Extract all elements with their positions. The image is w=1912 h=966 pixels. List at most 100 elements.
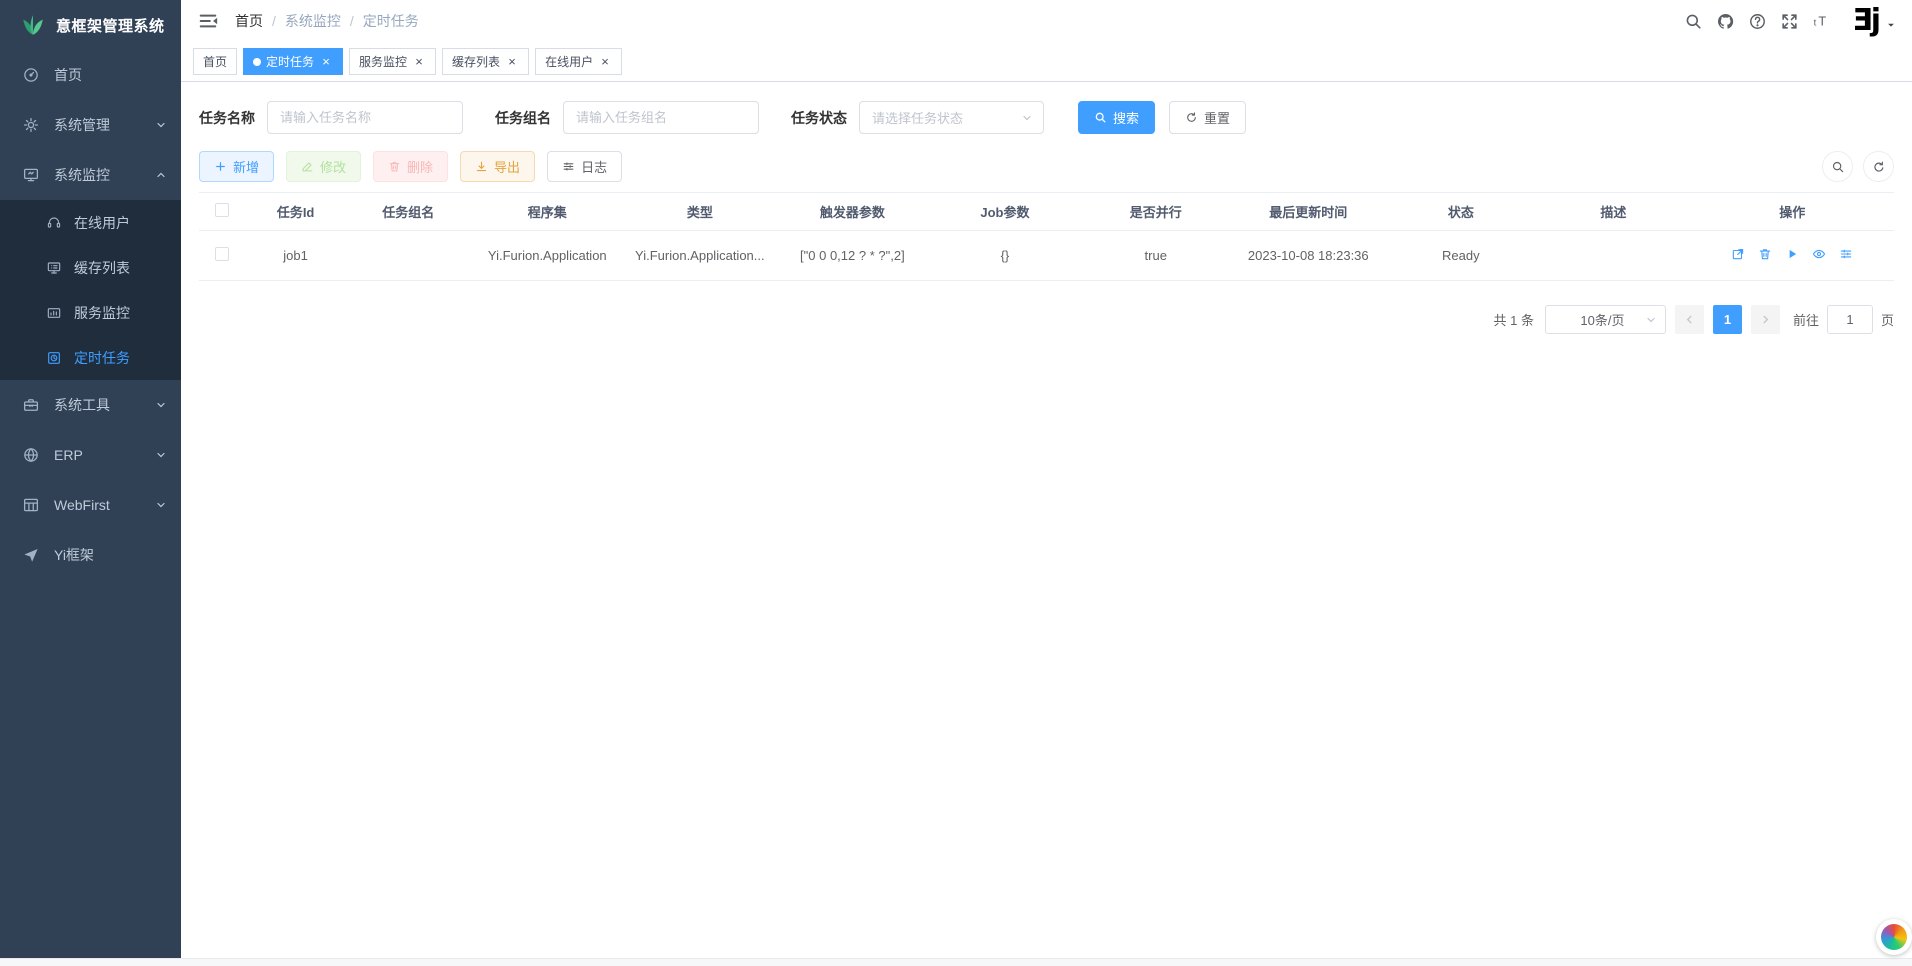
sidebar-item-home[interactable]: 首页: [0, 50, 181, 100]
search-button[interactable]: 搜索: [1078, 101, 1155, 134]
close-icon[interactable]: [505, 55, 519, 69]
export-button-label: 导出: [494, 157, 520, 176]
col-task-group: 任务组名: [346, 193, 470, 231]
app-logo[interactable]: 意框架管理系统: [0, 0, 181, 50]
table-row[interactable]: job1 Yi.Furion.Application Yi.Furion.App…: [199, 231, 1894, 281]
close-icon[interactable]: [598, 55, 612, 69]
cell-task-id: job1: [245, 231, 347, 281]
next-page-button[interactable]: [1751, 305, 1780, 334]
breadcrumb-monitor: 系统监控: [285, 11, 341, 31]
page-size-value: 10条/页: [1560, 310, 1645, 329]
select-placeholder: 请选择任务状态: [872, 108, 1021, 127]
chevron-down-icon: [155, 119, 167, 131]
sidebar-item-system-monitor[interactable]: 系统监控: [0, 150, 181, 200]
top-navbar: 首页 / 系统监控 / 定时任务 t T Ǝj: [181, 0, 1912, 42]
pagination: 共 1 条 10条/页 1 前往 页: [199, 305, 1894, 334]
cell-status: Ready: [1385, 231, 1536, 281]
tab-home[interactable]: 首页: [193, 48, 237, 75]
sidebar-item-service-monitor[interactable]: 服务监控: [0, 290, 181, 335]
gear-icon: [22, 116, 40, 134]
export-button[interactable]: 导出: [460, 151, 535, 182]
task-group-label: 任务组名: [495, 108, 551, 128]
chevron-right-icon: [1760, 314, 1771, 325]
sidebar-toggle-icon[interactable]: [197, 10, 219, 32]
page-size-select[interactable]: 10条/页: [1545, 305, 1666, 334]
paper-plane-icon: [22, 546, 40, 564]
sidebar-item-system-tools[interactable]: 系统工具: [0, 380, 181, 430]
navbar-actions: t T Ǝj: [1684, 6, 1896, 36]
edit-button-label: 修改: [320, 157, 346, 176]
tab-label: 首页: [203, 53, 227, 70]
download-icon: [475, 160, 488, 173]
tab-cache-list[interactable]: 缓存列表: [442, 48, 529, 75]
tab-label: 定时任务: [266, 53, 314, 70]
server-icon: [46, 305, 62, 321]
close-icon[interactable]: [412, 55, 426, 69]
close-icon[interactable]: [319, 55, 333, 69]
sidebar: 意框架管理系统 首页 系统管理 系统监控: [0, 0, 181, 958]
search-icon[interactable]: [1684, 12, 1703, 31]
github-icon[interactable]: [1716, 12, 1735, 31]
refresh-table-button[interactable]: [1863, 151, 1894, 182]
cell-updated: 2023-10-08 18:23:36: [1231, 231, 1385, 281]
col-trigger-args: 触发器参数: [775, 193, 929, 231]
col-job-args: Job参数: [929, 193, 1080, 231]
chevron-down-icon: [155, 499, 167, 511]
goto-page-input[interactable]: [1827, 305, 1873, 334]
user-avatar[interactable]: Ǝj: [1852, 6, 1896, 36]
tab-label: 缓存列表: [452, 53, 500, 70]
help-icon[interactable]: [1748, 12, 1767, 31]
tab-scheduled-tasks[interactable]: 定时任务: [243, 48, 343, 75]
page-number-1[interactable]: 1: [1713, 305, 1742, 334]
sidebar-item-scheduled-tasks[interactable]: 定时任务: [0, 335, 181, 380]
fullscreen-icon[interactable]: [1780, 12, 1799, 31]
row-log-icon[interactable]: [1839, 247, 1853, 261]
toggle-search-button[interactable]: [1822, 151, 1853, 182]
sidebar-item-webfirst[interactable]: WebFirst: [0, 480, 181, 530]
sidebar-item-erp[interactable]: ERP: [0, 430, 181, 480]
edit-button[interactable]: 修改: [286, 151, 361, 182]
dashboard-icon: [22, 66, 40, 84]
breadcrumb-separator: /: [272, 13, 276, 29]
sidebar-item-label: 缓存列表: [74, 258, 167, 278]
sidebar-item-online-users[interactable]: 在线用户: [0, 200, 181, 245]
reset-button[interactable]: 重置: [1169, 101, 1246, 134]
extension-badge[interactable]: [1876, 919, 1912, 955]
row-checkbox[interactable]: [215, 247, 229, 261]
font-size-icon[interactable]: t T: [1812, 12, 1831, 31]
color-wheel-icon: [1881, 924, 1907, 950]
page-unit-label: 页: [1881, 310, 1894, 329]
tab-label: 服务监控: [359, 53, 407, 70]
sidebar-item-cache-list[interactable]: 缓存列表: [0, 245, 181, 290]
sidebar-item-yi-framework[interactable]: Yi框架: [0, 530, 181, 580]
sidebar-item-label: Yi框架: [54, 545, 167, 565]
breadcrumb-home[interactable]: 首页: [235, 11, 263, 31]
edit-row-icon[interactable]: [1731, 247, 1745, 261]
search-icon: [1094, 111, 1107, 124]
task-status-select[interactable]: 请选择任务状态: [859, 101, 1044, 134]
prev-page-button[interactable]: [1675, 305, 1704, 334]
horizontal-scrollbar[interactable]: [0, 958, 1912, 966]
view-row-icon[interactable]: [1812, 247, 1826, 261]
add-button[interactable]: 新增: [199, 151, 274, 182]
task-group-input[interactable]: [563, 101, 759, 134]
grid-icon: [22, 496, 40, 514]
select-all-checkbox[interactable]: [215, 203, 229, 217]
chevron-left-icon: [1684, 314, 1695, 325]
headset-icon: [46, 215, 62, 231]
filter-form: 任务名称 任务组名 任务状态 请选择任务状态 搜索 重置: [199, 101, 1894, 134]
tab-online-users[interactable]: 在线用户: [535, 48, 622, 75]
svg-text:t: t: [1814, 17, 1817, 28]
main-content: 任务名称 任务组名 任务状态 请选择任务状态 搜索 重置: [181, 83, 1912, 958]
delete-button[interactable]: 删除: [373, 151, 448, 182]
run-task-icon[interactable]: [1785, 247, 1799, 261]
sidebar-item-label: 系统管理: [54, 115, 155, 135]
tab-service-monitor[interactable]: 服务监控: [349, 48, 436, 75]
delete-button-label: 删除: [407, 157, 433, 176]
task-name-input[interactable]: [267, 101, 463, 134]
delete-row-icon[interactable]: [1758, 247, 1772, 261]
sidebar-item-system-management[interactable]: 系统管理: [0, 100, 181, 150]
col-description: 描述: [1536, 193, 1690, 231]
col-type: 类型: [624, 193, 775, 231]
log-button[interactable]: 日志: [547, 151, 622, 182]
